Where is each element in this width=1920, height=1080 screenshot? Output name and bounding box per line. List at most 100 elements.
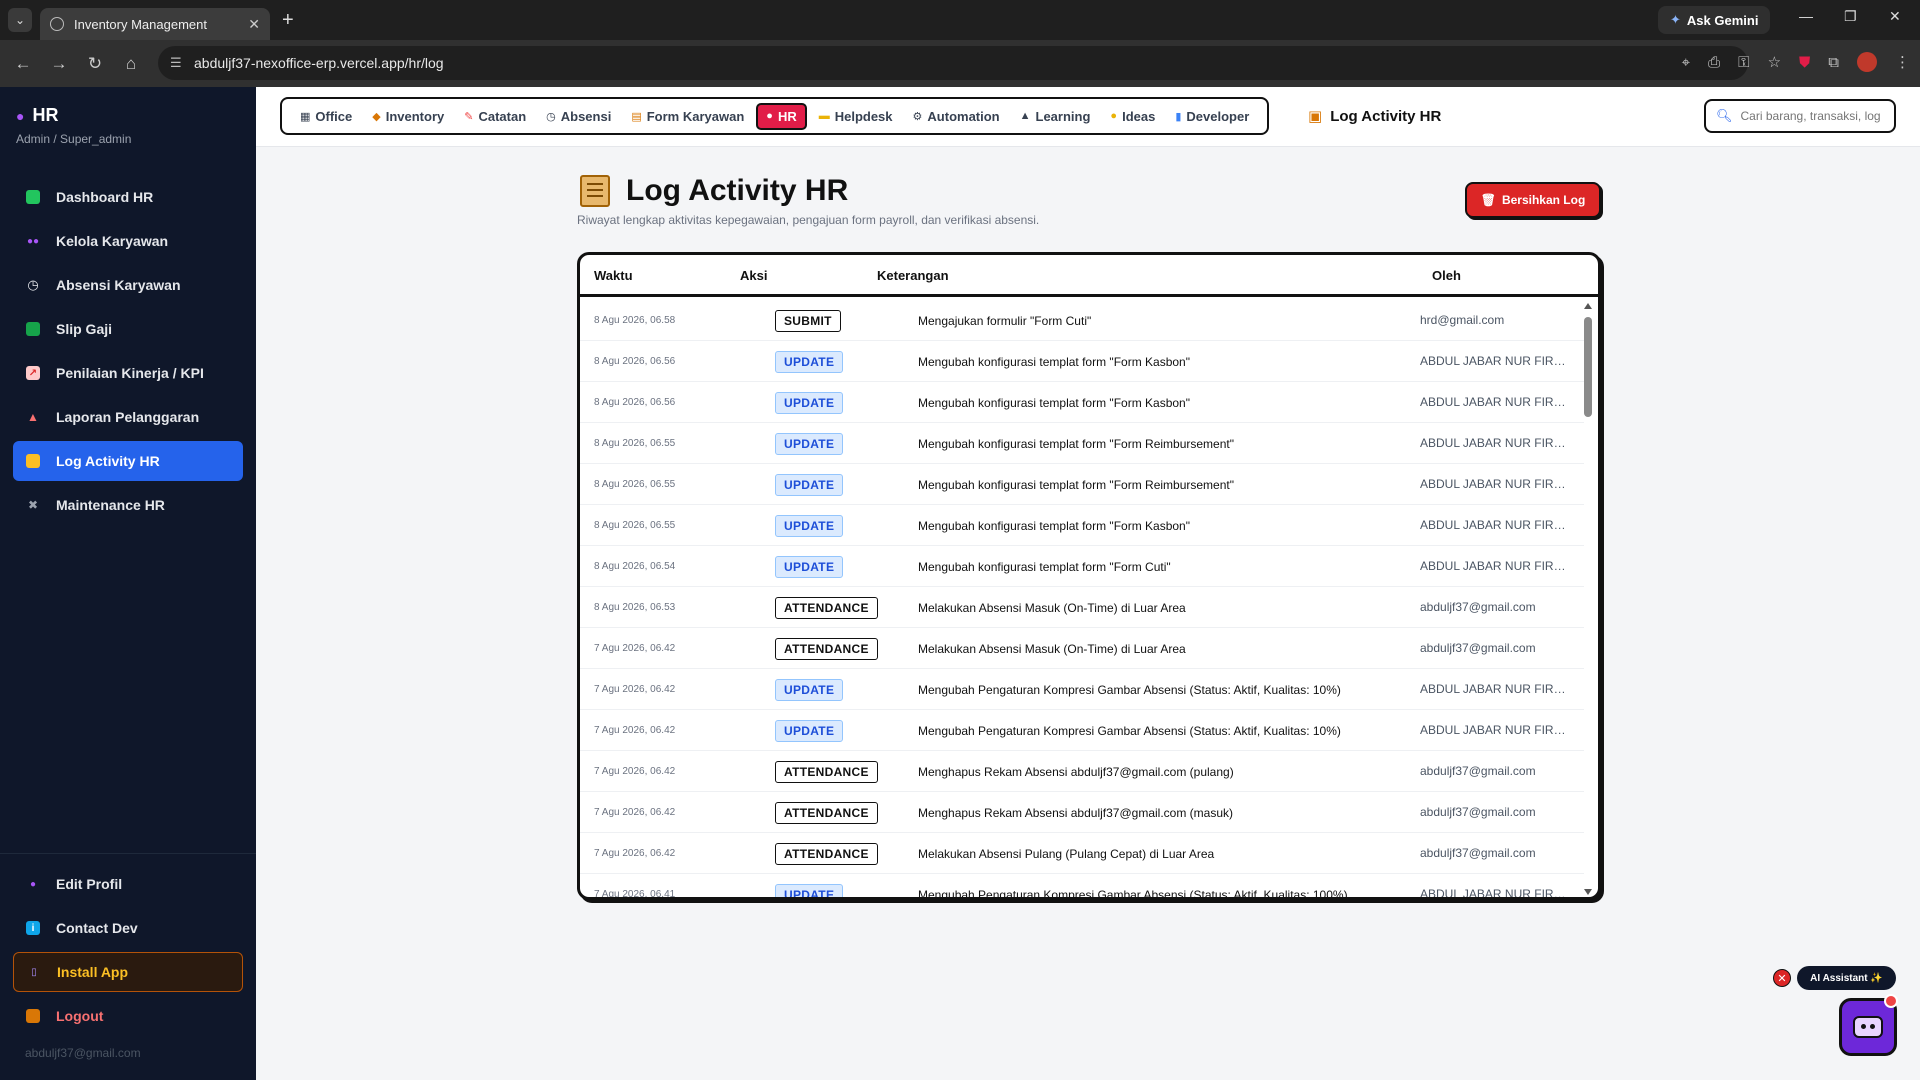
forward-icon[interactable]: →: [41, 54, 77, 74]
table-row: 7 Agu 2026, 06.41 UPDATE Mengubah Pengatur…: [580, 874, 1584, 900]
install-icon[interactable]: ⎙: [1708, 54, 1720, 71]
location-icon[interactable]: ⌖: [1682, 54, 1690, 71]
row-time: 7 Agu 2026, 06.42: [594, 684, 676, 695]
close-window-icon[interactable]: ✕: [1889, 8, 1901, 25]
money-icon: [26, 322, 40, 336]
row-time: 8 Agu 2026, 06.53: [594, 602, 676, 613]
scroll-thumb[interactable]: [1584, 317, 1592, 417]
module-developer[interactable]: ▮ Developer: [1167, 105, 1257, 128]
row-actor: hrd@gmail.com: [1420, 313, 1505, 327]
table-row: 8 Agu 2026, 06.56 UPDATE Mengubah konfigur…: [580, 382, 1584, 423]
restore-icon[interactable]: ❐: [1844, 8, 1857, 25]
row-description: Melakukan Absensi Pulang (Pulang Cepat) …: [918, 846, 1215, 861]
row-action: ATTENDANCE: [775, 833, 878, 874]
table-scrollbar[interactable]: [1584, 303, 1592, 895]
sidebar-item-slip-gaji[interactable]: Slip Gaji: [13, 309, 243, 349]
table-body[interactable]: 8 Agu 2026, 06.58 SUBMIT Mengajukan formul…: [580, 300, 1584, 900]
minimize-icon[interactable]: —: [1799, 8, 1813, 24]
ai-assistant-label[interactable]: AI Assistant ✨: [1797, 966, 1896, 990]
row-description: Mengubah Pengaturan Kompresi Gambar Abse…: [918, 887, 1348, 900]
row-action: ATTENDANCE: [775, 587, 878, 628]
row-action: ATTENDANCE: [775, 628, 878, 669]
sidebar-item-laporan-pelanggaran[interactable]: ▲ Laporan Pelanggaran: [13, 397, 243, 437]
table-row: 8 Agu 2026, 06.55 UPDATE Mengubah konfigur…: [580, 464, 1584, 505]
module-hr[interactable]: ● HR: [756, 102, 807, 130]
row-time: 8 Agu 2026, 06.58: [594, 315, 676, 326]
row-description: Mengubah konfigurasi templat form "Form …: [918, 354, 1190, 369]
row-action: UPDATE: [775, 874, 844, 897]
log-table: Waktu Aksi Keterangan Oleh 8 Agu 2026, 0…: [577, 252, 1601, 900]
row-actor: ABDUL JABAR NUR FIRDA...: [1420, 477, 1570, 491]
sidebar-item-penilaian-kinerja[interactable]: ↗ Penilaian Kinerja / KPI: [13, 353, 243, 393]
sidebar-nav: Dashboard HR ●● Kelola Karyawan ◷ Absensi …: [13, 177, 243, 529]
module-catatan[interactable]: ✎ Catatan: [456, 105, 534, 128]
tab-search-icon[interactable]: ⌄: [8, 8, 32, 32]
profile-avatar[interactable]: [1857, 52, 1877, 72]
logout-button[interactable]: Logout: [13, 996, 243, 1036]
search-icon: 🔍︎: [1716, 108, 1733, 123]
sidebar-item-log-activity-hr[interactable]: Log Activity HR: [13, 441, 243, 481]
row-actor: ABDUL JABAR NUR FIRDA...: [1420, 682, 1570, 696]
bookmark-star-icon[interactable]: ☆: [1768, 53, 1781, 71]
door-icon: [26, 1009, 40, 1023]
table-row: 8 Agu 2026, 06.54 UPDATE Mengubah konfigur…: [580, 546, 1584, 587]
sidebar-item-contact-dev[interactable]: i Contact Dev: [13, 908, 243, 948]
browser-tab[interactable]: Inventory Management ✕: [40, 8, 270, 40]
row-description: Mengubah konfigurasi templat form "Form …: [918, 518, 1190, 533]
new-tab-button[interactable]: +: [282, 9, 294, 32]
row-action: UPDATE: [775, 669, 844, 710]
action-badge: UPDATE: [775, 719, 844, 742]
row-description: Menghapus Rekam Absensi abduljf37@gmail.…: [918, 764, 1234, 779]
row-time: 8 Agu 2026, 06.55: [594, 520, 676, 531]
module-office[interactable]: ▦ Office: [292, 105, 360, 128]
row-description: Mengubah konfigurasi templat form "Form …: [918, 436, 1234, 451]
table-row: 7 Agu 2026, 06.42 ATTENDANCE Melakukan Abs…: [580, 833, 1584, 874]
col-header-by: Oleh: [1432, 268, 1461, 283]
home-icon[interactable]: ⌂: [113, 54, 149, 74]
row-actor: ABDUL JABAR NUR FIRDA...: [1420, 559, 1570, 573]
action-badge: UPDATE: [775, 555, 844, 578]
module-automation[interactable]: ⚙ Automation: [905, 105, 1008, 128]
extension-shield-icon[interactable]: ⛊: [1799, 54, 1810, 71]
global-search: 🔍︎: [1704, 99, 1896, 133]
clock-icon: ◷: [546, 110, 556, 123]
site-settings-icon[interactable]: ☰: [170, 55, 182, 71]
row-action: UPDATE: [775, 423, 844, 464]
key-icon[interactable]: ⚿: [1738, 54, 1749, 71]
sidebar-item-maintenance-hr[interactable]: ✖ Maintenance HR: [13, 485, 243, 525]
module-form-karyawan[interactable]: ▤ Form Karyawan: [623, 105, 752, 128]
search-input[interactable]: [1740, 109, 1881, 123]
module-helpdesk[interactable]: ▬ Helpdesk: [811, 105, 901, 128]
ask-gemini-button[interactable]: ✦ Ask Gemini: [1658, 6, 1771, 34]
more-menu-icon[interactable]: ⋮: [1895, 53, 1910, 71]
extensions-puzzle-icon[interactable]: ⧉: [1828, 54, 1839, 71]
module-ideas[interactable]: ● Ideas: [1102, 105, 1163, 128]
module-learning[interactable]: ▲ Learning: [1012, 105, 1099, 128]
clipboard-icon: [26, 454, 40, 468]
sidebar-item-dashboard-hr[interactable]: Dashboard HR: [13, 177, 243, 217]
row-actor: abduljf37@gmail.com: [1420, 805, 1536, 819]
module-inventory[interactable]: ◆ Inventory: [364, 105, 452, 128]
user-email: abduljf37@gmail.com: [25, 1046, 141, 1060]
reload-icon[interactable]: ↻: [77, 54, 113, 74]
module-absensi[interactable]: ◷ Absensi: [538, 105, 619, 128]
clear-log-button[interactable]: 🗑︎ Bersihkan Log: [1465, 182, 1601, 218]
row-actor: abduljf37@gmail.com: [1420, 600, 1536, 614]
sidebar-bottom: ● Edit Profil i Contact Dev ▯ Install App L…: [0, 853, 256, 1060]
sidebar-item-absensi-karyawan[interactable]: ◷ Absensi Karyawan: [13, 265, 243, 305]
scroll-down-icon[interactable]: [1584, 889, 1592, 895]
back-icon[interactable]: ←: [5, 54, 41, 74]
ai-close-button[interactable]: ✕: [1773, 969, 1791, 987]
sidebar-item-kelola-karyawan[interactable]: ●● Kelola Karyawan: [13, 221, 243, 261]
row-action: UPDATE: [775, 382, 844, 423]
row-actor: abduljf37@gmail.com: [1420, 764, 1536, 778]
sidebar-item-edit-profil[interactable]: ● Edit Profil: [13, 864, 243, 904]
url-bar[interactable]: ☰ abduljf37-nexoffice-erp.vercel.app/hr/…: [158, 46, 1748, 80]
people-icon: ●●: [26, 235, 40, 247]
install-app-button[interactable]: ▯ Install App: [13, 952, 243, 992]
clock-icon: ◷: [27, 277, 39, 292]
sidebar-title: ● HR: [16, 105, 59, 125]
row-actor: ABDUL JABAR NUR FIRDA...: [1420, 887, 1570, 900]
scroll-up-icon[interactable]: [1584, 303, 1592, 309]
close-tab-icon[interactable]: ✕: [248, 16, 260, 33]
